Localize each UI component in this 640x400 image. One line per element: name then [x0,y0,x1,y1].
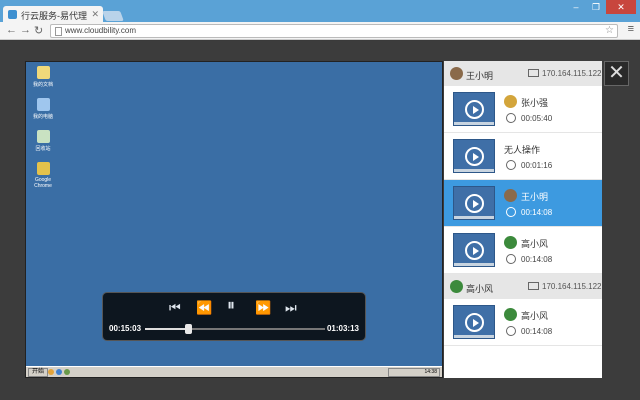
session-item[interactable]: 高小风 00:14:08 [444,299,602,346]
play-icon [465,100,484,119]
reload-icon[interactable]: ↻ [34,24,43,37]
session-duration: 00:01:16 [521,161,553,170]
desktop-icon-computer[interactable]: 我的电脑 [28,98,58,120]
favicon-icon [8,10,17,19]
session-user: 无人操作 [504,145,541,155]
session-thumbnail [453,233,495,267]
system-tray-clock: 14:38 [388,368,440,377]
start-button[interactable]: 开始 [28,368,49,377]
desktop-icon-label: 回收站 [35,146,51,152]
session-thumbnail [453,92,495,126]
folder-icon [36,66,50,79]
quick-launch [48,369,70,375]
chrome-icon [36,162,50,175]
window-controls: – ❐ ✕ [566,0,636,14]
browser-titlebar: 行云服务-易代理 ✕ – ❐ ✕ [0,0,640,23]
monitor-icon [528,69,539,77]
fast-forward-icon[interactable]: ⏩ [255,300,271,316]
session-duration: 00:05:40 [521,114,553,123]
clock-icon [506,160,516,170]
session-item[interactable]: 张小强 00:05:40 [444,86,602,133]
desktop-launch-icon[interactable] [64,369,70,375]
ie-launch-icon[interactable] [56,369,62,375]
play-icon [465,147,484,166]
session-duration: 00:14:08 [521,255,553,264]
bookmark-star-icon[interactable]: ☆ [605,25,614,36]
clock-icon [506,207,516,217]
user-avatar [450,280,463,293]
play-icon [465,194,484,213]
page-icon [55,27,62,36]
skip-previous-icon[interactable]: ⏮ [169,300,181,316]
user-avatar [450,67,463,80]
monitor-icon [528,282,539,290]
address-bar[interactable]: www.cloudbility.com ☆ [50,24,618,38]
group-ip: 170.164.115.122 [542,282,602,291]
session-user: 高小风 [521,311,549,321]
window-close-button[interactable]: ✕ [606,0,636,14]
group-header[interactable]: 王小明 170.164.115.122 [444,61,602,86]
desktop-icon-recycle-bin[interactable]: 回收站 [28,130,58,152]
session-thumbnail [453,305,495,339]
play-icon [465,313,484,332]
minimize-button[interactable]: – [566,0,586,14]
desktop-icon-label: 我的电脑 [32,114,53,120]
total-time: 01:03:13 [326,324,359,333]
user-avatar [504,95,517,108]
session-item-active[interactable]: 王小明 00:14:08 [444,180,602,227]
session-user: 张小强 [521,98,549,108]
clock-icon [506,326,516,336]
progress-handle[interactable] [185,324,193,334]
recycle-bin-icon [36,130,50,143]
group-user-name: 高小风 [466,284,494,294]
maximize-button[interactable]: ❐ [586,0,606,14]
session-duration: 00:14:08 [521,208,553,217]
user-avatar [504,308,517,321]
browser-toolbar: ← → ↻ www.cloudbility.com ☆ ≡ [0,22,640,40]
session-thumbnail [453,186,495,220]
clock-icon [506,113,516,123]
computer-icon [36,98,50,111]
url-text: www.cloudbility.com [65,26,136,35]
progress-fill [145,328,189,330]
desktop-icon-label: 我的文档 [32,82,53,88]
playback-controls: ⏮ ⏪ ⏸ ⏩ ⏭ 00:15:03 01:03:13 [102,292,366,341]
group-ip: 170.164.115.122 [542,69,602,78]
user-avatar [504,236,517,249]
clock-icon [506,254,516,264]
session-user: 王小明 [521,192,549,202]
group-header[interactable]: 高小风 170.164.115.122 [444,274,602,299]
remote-taskbar: 开始 14:38 [26,366,442,377]
session-user: 高小风 [521,239,549,249]
browser-tab[interactable]: 行云服务-易代理 ✕ [3,6,103,23]
forward-icon[interactable]: → [20,24,31,36]
progress-track[interactable] [145,324,325,334]
user-avatar [504,189,517,202]
tab-close-icon[interactable]: ✕ [91,9,99,20]
close-viewer-button[interactable]: ✕ [604,61,629,86]
new-tab-button[interactable] [102,11,124,21]
session-duration: 00:14:08 [521,327,553,336]
session-list: 王小明 170.164.115.122 张小强 00:05:40 无人操作 00… [444,61,602,378]
session-item[interactable]: 无人操作 00:01:16 [444,133,602,180]
desktop-icon-documents[interactable]: 我的文档 [28,66,58,88]
play-icon [465,241,484,260]
menu-icon[interactable]: ≡ [628,23,634,35]
current-time: 00:15:03 [109,324,142,333]
group-user-name: 王小明 [466,71,494,81]
desktop-icon-label: Google Chrome [34,177,52,189]
session-thumbnail [453,139,495,173]
skip-next-icon[interactable]: ⏭ [285,300,297,316]
desktop-icon-chrome[interactable]: Google Chrome [28,162,58,189]
back-icon[interactable]: ← [6,24,17,36]
pause-icon[interactable]: ⏸ [227,297,235,315]
session-item[interactable]: 高小风 00:14:08 [444,227,602,274]
rewind-icon[interactable]: ⏪ [196,300,212,316]
browser-launch-icon[interactable] [48,369,54,375]
tab-title: 行云服务-易代理 [21,11,87,21]
